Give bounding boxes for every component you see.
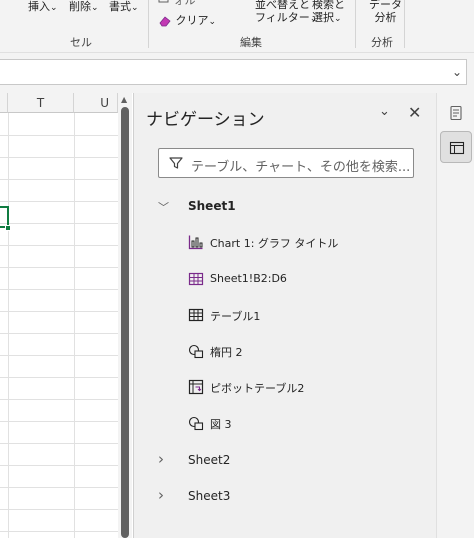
data-analysis-label-2: 分析 (374, 11, 397, 24)
find-select-button[interactable]: 検索と 選択⌄ (312, 0, 345, 26)
delete-cells-button[interactable]: 削除⌄ (69, 0, 99, 15)
format-cells-button[interactable]: 書式⌄ (109, 0, 139, 15)
gridline (0, 421, 118, 422)
gridline (8, 113, 9, 538)
item-label: Sheet1!B2:D6 (210, 272, 287, 285)
chevron-down-icon[interactable]: ⌄ (452, 65, 462, 79)
chevron-down-icon[interactable]: ﹀ (158, 199, 169, 215)
sort-filter-button[interactable]: 並べ替えと フィルター⌄ (255, 0, 317, 26)
navigation-search-input[interactable]: テーブル、チャート、その他を検索... (158, 148, 414, 178)
document-icon (450, 105, 462, 121)
scrollbar-thumb[interactable] (121, 107, 129, 538)
gridline (0, 201, 118, 202)
item-label: ピボットテーブル2 (210, 382, 305, 395)
tree-item-sheet1[interactable]: ﹀ Sheet1 (134, 195, 437, 219)
gridline (0, 399, 118, 400)
column-header-s[interactable] (0, 93, 8, 113)
gridline (0, 355, 118, 356)
tree-item-chart[interactable]: Chart 1: グラフ タイトル (134, 230, 437, 254)
gridline (0, 245, 118, 246)
navigation-pane: ナビゲーション ⌄ ✕ テーブル、チャート、その他を検索... ﹀ Sheet1… (133, 93, 436, 538)
fill-icon (158, 0, 169, 3)
gridline (74, 113, 75, 538)
chevron-right-icon[interactable]: › (158, 486, 164, 504)
data-analysis-label: データ (369, 0, 402, 11)
search-placeholder: テーブル、チャート、その他を検索... (191, 160, 411, 175)
notebook-pane-button[interactable] (440, 97, 472, 129)
find-select-label: 検索と (312, 0, 345, 11)
ribbon-separator (148, 0, 149, 48)
eraser-icon (159, 16, 171, 27)
table-icon (188, 308, 204, 322)
vertical-scrollbar[interactable]: ▲ (118, 93, 132, 538)
navigation-pane-title: ナビゲーション (146, 110, 265, 130)
find-select-label-2: 選択 (312, 11, 334, 24)
tree-item-ellipse[interactable]: 楕円 2 (134, 339, 437, 363)
sort-filter-label: 並べ替えと (255, 0, 310, 11)
chevron-down-icon: ⌄ (334, 14, 342, 24)
sheet-label: Sheet2 (188, 453, 231, 467)
gridline (0, 267, 118, 268)
chevron-down-icon: ⌄ (208, 17, 217, 27)
gridline (0, 157, 118, 158)
tree-item-range[interactable]: Sheet1!B2:D6 (134, 267, 437, 291)
ribbon: 挿入⌄ 削除⌄ 書式⌄ セル ォル クリア⌄ 並べ替えと フィルター⌄ 検索と … (0, 0, 474, 53)
sheet-label: Sheet3 (188, 489, 231, 503)
column-header-t[interactable]: T (8, 93, 74, 113)
chevron-right-icon[interactable]: › (158, 450, 164, 468)
shape-icon (188, 416, 204, 431)
gridline (0, 465, 118, 466)
item-label: 図 3 (210, 418, 232, 431)
navigation-icon (449, 141, 465, 155)
ribbon-separator (355, 0, 356, 48)
insert-cells-button[interactable]: 挿入⌄ (28, 0, 58, 15)
shape-icon (188, 344, 204, 359)
tree-item-sheet2[interactable]: › Sheet2 (134, 449, 437, 473)
fill-button[interactable]: ォル (158, 0, 196, 7)
tree-item-table[interactable]: テーブル1 (134, 303, 437, 327)
editing-group-label: 編集 (240, 36, 262, 49)
navigation-pane-button[interactable] (440, 131, 472, 163)
chevron-down-icon: ⌄ (131, 3, 139, 13)
chevron-down-icon: ⌄ (50, 3, 58, 13)
gridline (0, 311, 118, 312)
filter-icon (169, 157, 183, 169)
range-icon (188, 272, 204, 286)
gridline (0, 223, 118, 224)
gridline (0, 333, 118, 334)
scroll-up-icon[interactable]: ▲ (121, 95, 127, 104)
pane-options-chevron-icon[interactable]: ⌄ (379, 104, 390, 119)
item-label: テーブル1 (210, 310, 261, 323)
data-analysis-button[interactable]: データ 分析 (369, 0, 402, 24)
chart-icon (188, 235, 203, 250)
ribbon-separator (404, 0, 405, 48)
gridline (0, 487, 118, 488)
pivot-table-icon (188, 379, 204, 395)
gridline (0, 377, 118, 378)
gridline (0, 135, 118, 136)
gridline (0, 289, 118, 290)
chevron-down-icon: ⌄ (91, 3, 99, 13)
item-label: 楕円 2 (210, 346, 243, 359)
column-header-u[interactable]: U (74, 93, 118, 113)
tree-item-figure[interactable]: 図 3 (134, 411, 437, 435)
analysis-group-label: 分析 (371, 36, 393, 49)
sheet-label: Sheet1 (188, 199, 236, 213)
cells-group-label: セル (70, 36, 92, 49)
clear-button[interactable]: クリア⌄ (158, 14, 216, 29)
fill-handle[interactable] (5, 225, 11, 231)
tree-item-sheet3[interactable]: › Sheet3 (134, 485, 437, 509)
tree-item-pivot-table[interactable]: ピボットテーブル2 (134, 375, 437, 399)
gridline (0, 179, 118, 180)
close-icon[interactable]: ✕ (408, 103, 421, 122)
gridline (0, 531, 118, 532)
side-pane-strip (436, 93, 474, 538)
gridline (0, 443, 118, 444)
worksheet-grid[interactable]: T U (0, 93, 118, 538)
item-label: Chart 1: グラフ タイトル (210, 237, 339, 250)
gridline (0, 509, 118, 510)
formula-bar[interactable]: ⌄ (0, 59, 467, 85)
sort-filter-label-2: フィルター (255, 11, 310, 24)
